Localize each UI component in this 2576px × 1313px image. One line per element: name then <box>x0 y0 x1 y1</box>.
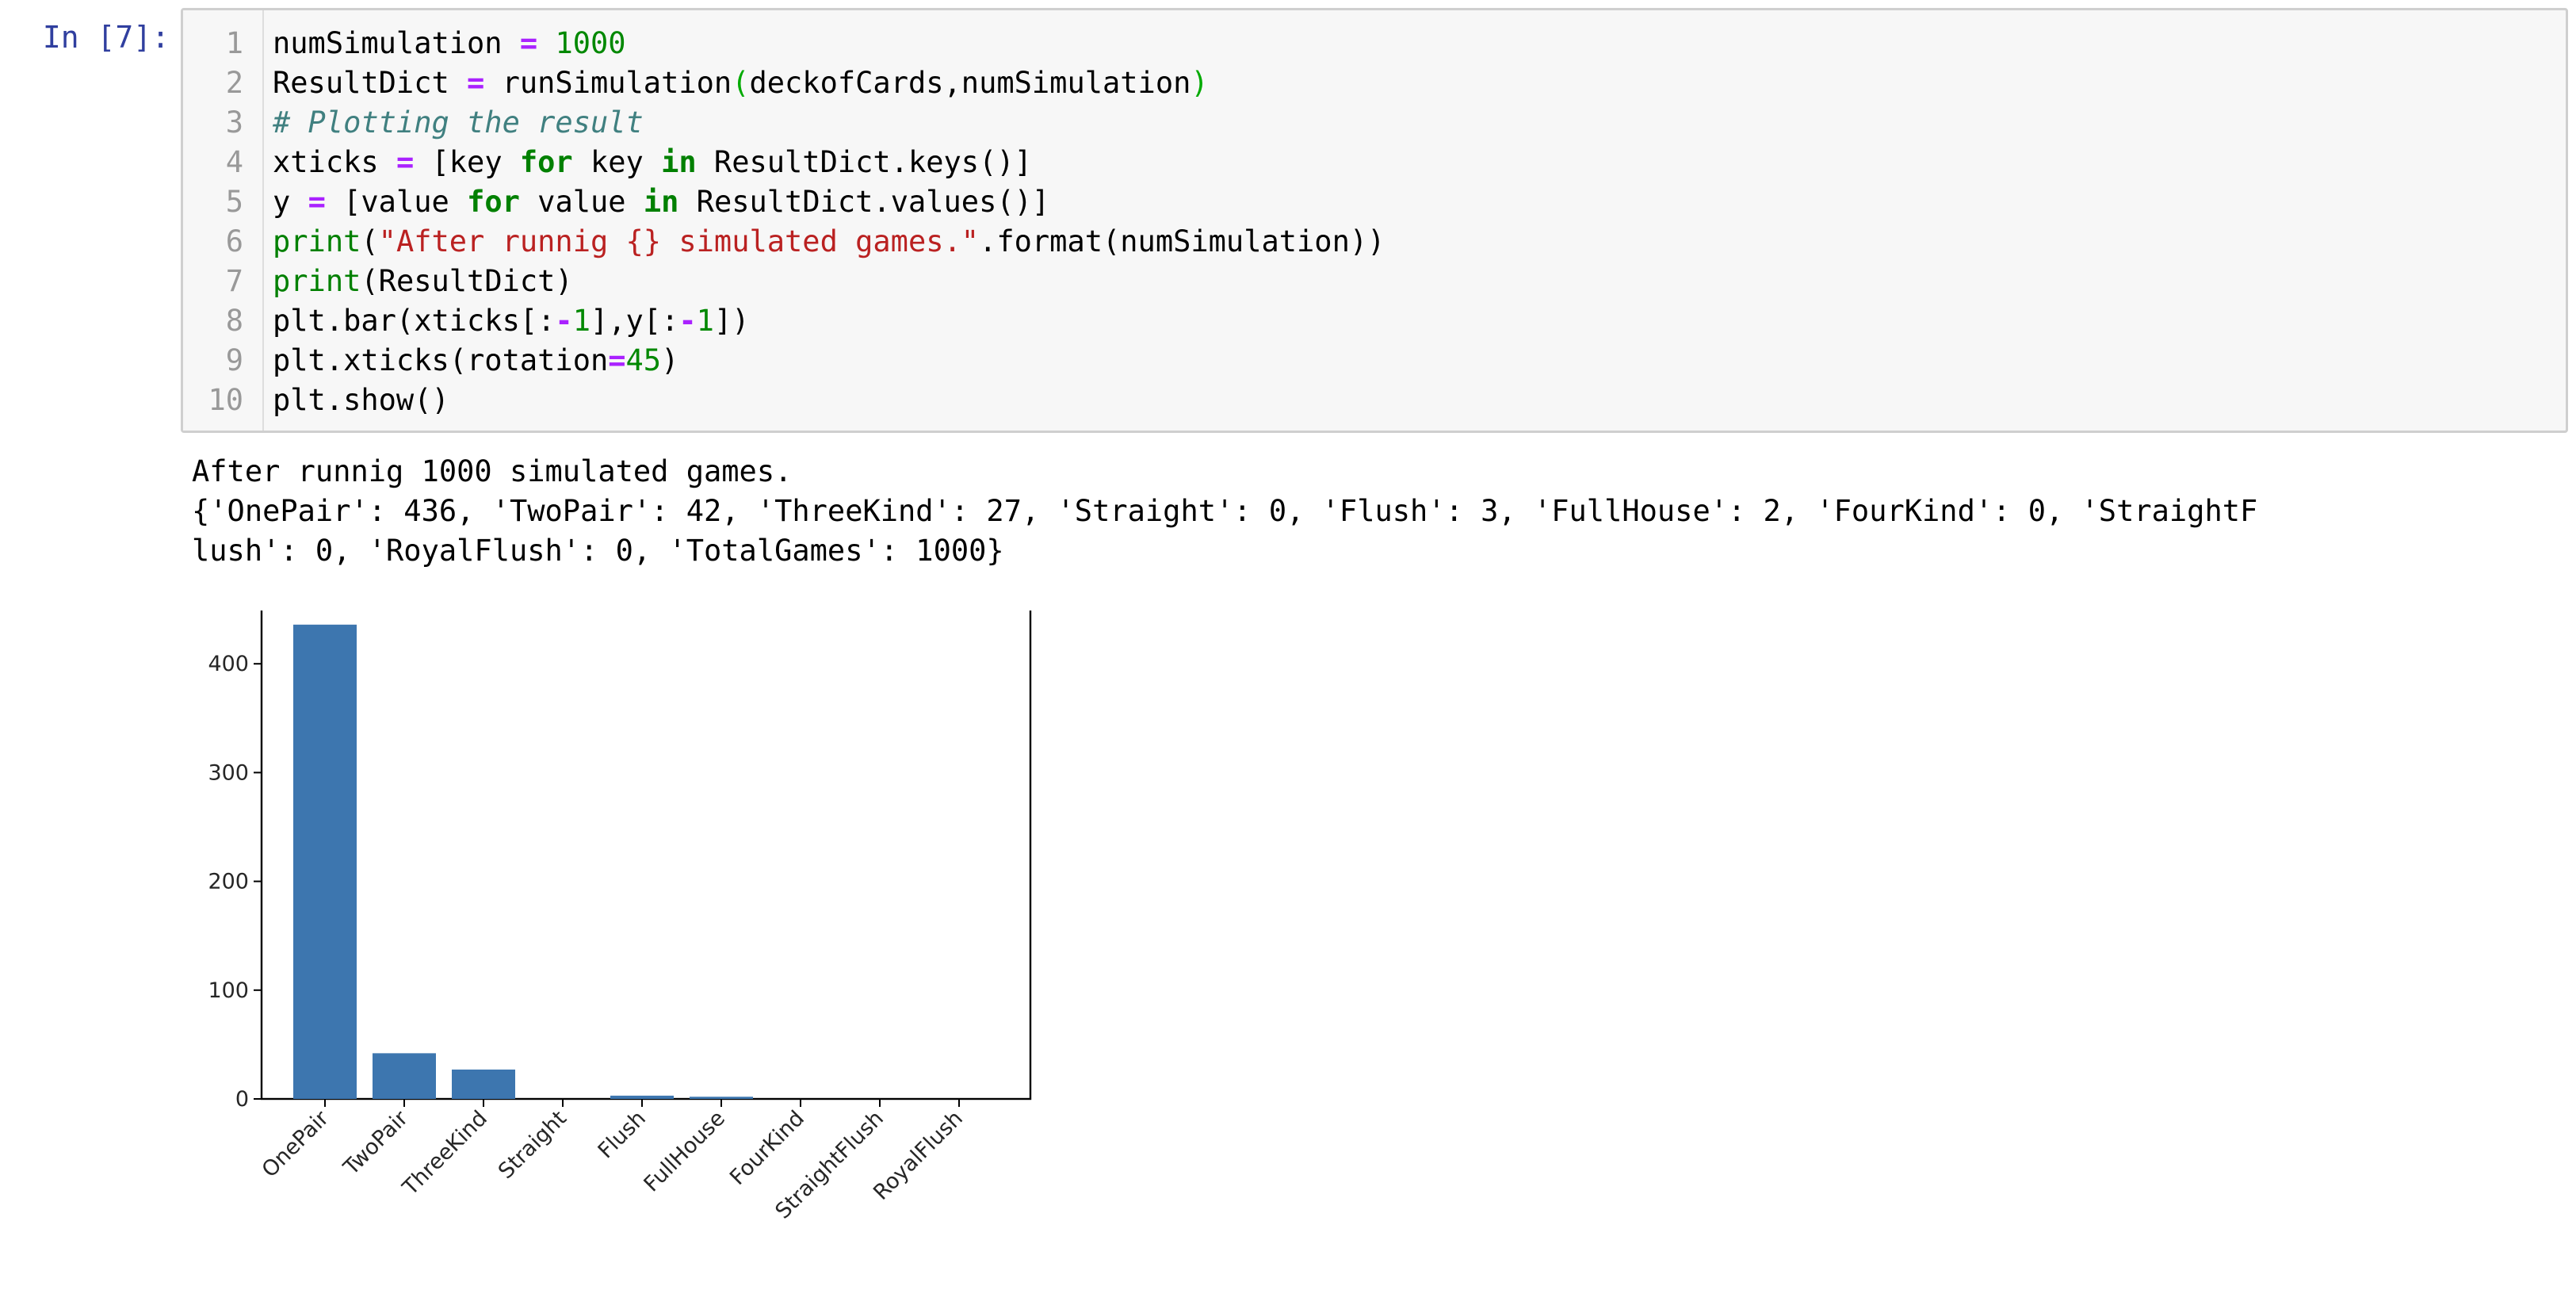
line-number: 8 <box>225 304 243 338</box>
y-tick-label: 300 <box>208 760 249 785</box>
code-token: for <box>519 145 573 179</box>
code-token: = <box>467 66 485 100</box>
line-number: 10 <box>208 383 243 417</box>
x-tick-label: Straight <box>494 1106 571 1184</box>
code-token: [key <box>414 145 520 179</box>
bar-twopair <box>373 1053 436 1099</box>
code-line: # Plotting the result <box>273 103 1385 143</box>
code-line: plt.xticks(rotation=45) <box>273 341 1385 381</box>
code-line: plt.show() <box>273 381 1385 420</box>
code-line: y = [value for value in ResultDict.value… <box>273 182 1385 222</box>
code-token: .format(numSimulation)) <box>979 224 1385 258</box>
code-token: key <box>572 145 662 179</box>
x-tick-label: FourKind <box>725 1106 809 1190</box>
code-token: plt.show() <box>273 383 449 417</box>
code-token: 1 <box>696 304 714 338</box>
bar-fullhouse <box>690 1097 753 1099</box>
code-line: print("After runnig {} simulated games."… <box>273 222 1385 262</box>
line-number: 9 <box>225 343 243 377</box>
line-number-gutter: 1 2 3 4 5 6 7 8 9 10 <box>183 10 264 431</box>
code-line: print(ResultDict) <box>273 262 1385 301</box>
output-line: lush': 0, 'RoyalFlush': 0, 'TotalGames':… <box>192 534 1004 568</box>
code-token: # Plotting the result <box>273 105 644 140</box>
y-tick-label: 100 <box>208 978 249 1003</box>
line-number: 4 <box>225 145 243 179</box>
line-number: 5 <box>225 185 243 219</box>
line-numbers: 1 2 3 4 5 6 7 8 9 10 <box>183 24 243 420</box>
code-token: ( <box>361 224 379 258</box>
cell-output-text: After runnig 1000 simulated games. {'OneP… <box>192 452 2257 571</box>
code-cell-input[interactable]: 1 2 3 4 5 6 7 8 9 10 numSimulation = 1000 ResultDi… <box>181 8 2568 433</box>
code-token: ]) <box>713 304 750 338</box>
code-token: y <box>273 185 308 219</box>
code-token: ResultDict <box>273 66 468 100</box>
code-token: 45 <box>625 343 662 377</box>
code-token: plt.xticks(rotation <box>273 343 609 377</box>
code-line: plt.bar(xticks[:-1],y[:-1]) <box>273 301 1385 341</box>
code-token: (ResultDict) <box>361 264 573 298</box>
code-token: ],y[: <box>590 304 679 338</box>
code-token: ResultDict.values()] <box>678 185 1050 219</box>
code-token: = <box>308 185 326 219</box>
code-token: print <box>273 224 361 258</box>
code-token: = <box>396 145 415 179</box>
plot-frame <box>260 611 1032 1101</box>
code-token: ) <box>1191 66 1209 100</box>
code-token: deckofCards,numSimulation <box>749 66 1191 100</box>
code-token: - <box>555 304 573 338</box>
code-token: - <box>678 304 697 338</box>
code-token: in <box>643 185 679 219</box>
code-token: = <box>608 343 626 377</box>
code-token: plt.bar(xticks[: <box>273 304 556 338</box>
cell-prompt: In [7]: <box>42 20 170 55</box>
bar-flush <box>610 1095 674 1099</box>
code-token: numSimulation <box>273 26 520 60</box>
code-token: in <box>661 145 697 179</box>
code-token: ) <box>661 343 679 377</box>
code-token: "After runnig {} simulated games." <box>378 224 980 258</box>
y-tick-label: 200 <box>208 870 249 894</box>
code-line: ResultDict = runSimulation(deckofCards,n… <box>273 63 1385 103</box>
line-number: 7 <box>225 264 243 298</box>
x-tick-label: OnePair <box>258 1105 334 1182</box>
output-line: After runnig 1000 simulated games. <box>192 454 793 488</box>
x-tick-label: FullHouse <box>640 1106 730 1196</box>
code-editor[interactable]: numSimulation = 1000 ResultDict = runSimu… <box>273 24 1385 420</box>
x-tick-label: ThreeKind <box>398 1106 492 1200</box>
code-token: ( <box>732 66 750 100</box>
code-line: numSimulation = 1000 <box>273 24 1385 63</box>
code-token: runSimulation <box>484 66 732 100</box>
line-number: 6 <box>225 224 243 258</box>
code-line: xticks = [key for key in ResultDict.keys… <box>273 143 1385 182</box>
code-token: ResultDict.keys()] <box>696 145 1032 179</box>
line-number: 2 <box>225 66 243 100</box>
code-token: xticks <box>273 145 396 179</box>
x-tick-label: TwoPair <box>338 1105 414 1181</box>
bar-chart: OnePair TwoPairThreeKind Straight FlushFull… <box>208 611 1032 1224</box>
y-tick-label: 0 <box>235 1087 249 1112</box>
code-token: [value <box>325 185 468 219</box>
line-number: 3 <box>225 105 243 140</box>
code-token: = <box>519 26 538 60</box>
bar-threekind <box>452 1069 515 1099</box>
code-token: for <box>467 185 520 219</box>
bar-onepair <box>293 624 357 1099</box>
x-tick-label: Flush <box>594 1106 651 1163</box>
code-token: print <box>273 264 361 298</box>
code-token: 1000 <box>555 26 626 60</box>
code-token: value <box>519 185 644 219</box>
y-tick-label: 400 <box>208 652 249 676</box>
line-number: 1 <box>225 26 243 60</box>
code-token: 1 <box>572 304 590 338</box>
output-line: {'OnePair': 436, 'TwoPair': 42, 'ThreeKi… <box>192 494 2258 528</box>
